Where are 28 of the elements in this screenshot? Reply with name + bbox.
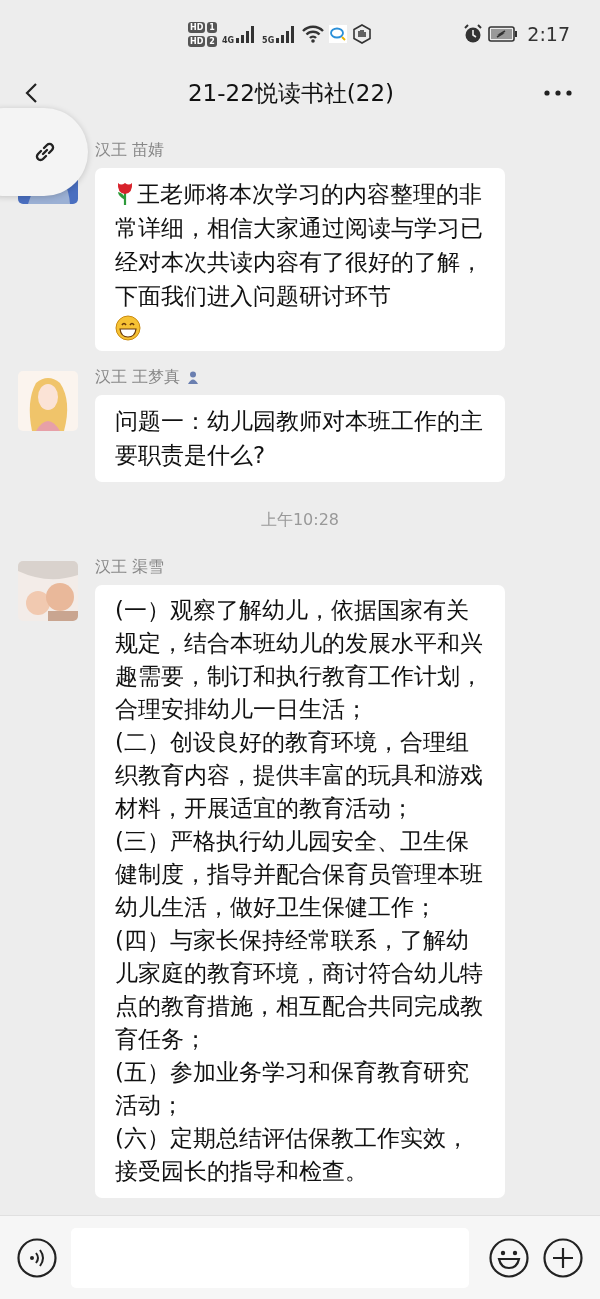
alarm-icon: [463, 24, 484, 44]
network-label: 5G: [262, 35, 275, 45]
network-label: 4G: [221, 35, 235, 45]
message-text: (三）严格执行幼儿园安全、卫生保健制度，指导并配合保育员管理本班幼儿生活，做好卫生保健工作；: [115, 828, 483, 920]
hd-badge: HD: [188, 35, 206, 47]
hd-badge: HD: [188, 21, 206, 33]
voice-icon[interactable]: [17, 1237, 57, 1278]
message-text: (一）观察了解幼儿，依据国家有关规定，结合本班幼儿的发展水平和兴趣需要，制订和执行教育工作计划，合理安排幼儿一日生活；: [115, 597, 483, 722]
message-text: (四）与家长保持经常联系，了解幼儿家庭的教育环境，商讨符合幼儿特点的教育措施，相互配合共同完成教育任务；: [115, 927, 483, 1052]
back-icon[interactable]: [24, 83, 38, 103]
sender-name: 汉王 渠雪: [95, 556, 165, 578]
wifi-icon: [302, 25, 325, 43]
plus-icon[interactable]: [543, 1237, 583, 1278]
message-text: 问题一：幼儿园教师对本班工作的主要职责是什么?: [115, 408, 483, 468]
message-text: (六）定期总结评估保教工作实效，接受园长的指导和检查。: [115, 1125, 469, 1184]
sender-name: 汉王 王梦真: [95, 366, 181, 388]
message-text: (二）创设良好的教育环境，合理组织教育内容，提供丰富的玩具和游戏材料，开展适宜的教育活动；: [115, 729, 483, 821]
timestamp: 上午10:28: [260, 510, 340, 531]
message-text: 王老师将本次学习的内容整理的非常详细，相信大家通过阅读与学习已经对本次共读内容有了很好的了解，下面我们进入问题研讨环节: [115, 181, 483, 309]
more-icon[interactable]: [544, 90, 572, 96]
status-time: 2:17: [527, 23, 570, 45]
emoji-icon[interactable]: [489, 1237, 529, 1278]
sim-slot-badge: 1: [207, 21, 217, 33]
chat-title: 21-22悦读书社(22): [187, 78, 394, 108]
sim-slot-badge: 2: [207, 35, 217, 47]
battery-icon: [488, 25, 519, 43]
message-text: (五）参加业务学习和保育教育研究活动；: [115, 1059, 469, 1118]
sender-name: 汉王 苗婧: [95, 139, 165, 161]
